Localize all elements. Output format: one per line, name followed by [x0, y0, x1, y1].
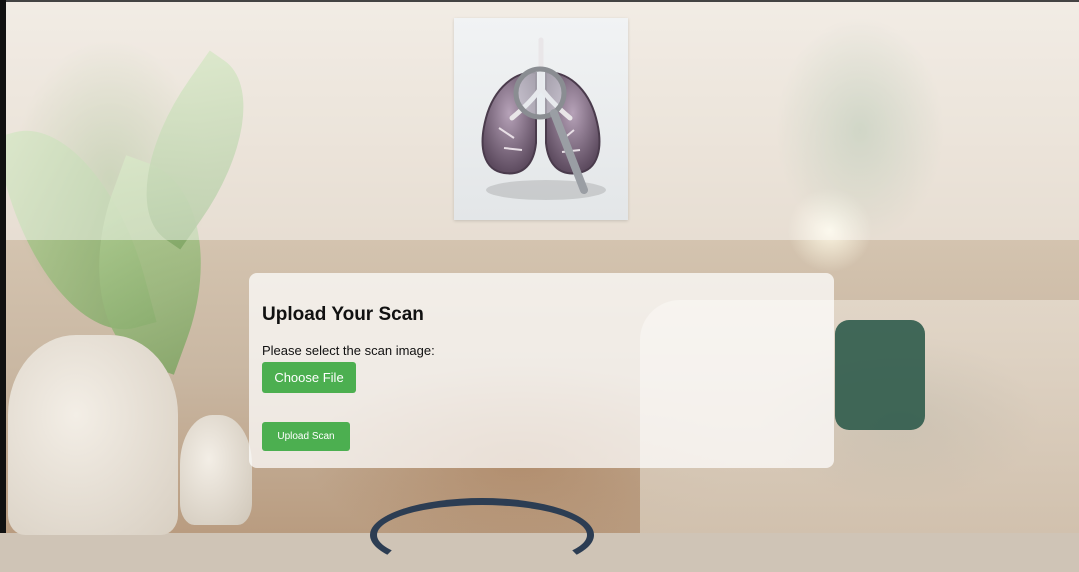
sofa-cushion — [835, 320, 925, 430]
window-frame-left — [0, 0, 6, 533]
upload-title: Upload Your Scan — [262, 304, 424, 325]
window-frame-top — [0, 0, 1079, 2]
upload-instruction: Please select the scan image: — [262, 343, 435, 358]
lungs-magnifier-image — [454, 18, 628, 220]
stethoscope — [370, 498, 594, 572]
lungs-icon — [481, 37, 606, 200]
upload-card: Upload Your Scan Please select the scan … — [249, 273, 834, 468]
choose-file-button[interactable]: Choose File — [262, 362, 356, 393]
plant-pot-small — [180, 415, 252, 525]
plant-pot — [8, 335, 178, 535]
upload-scan-button[interactable]: Upload Scan — [262, 422, 350, 451]
